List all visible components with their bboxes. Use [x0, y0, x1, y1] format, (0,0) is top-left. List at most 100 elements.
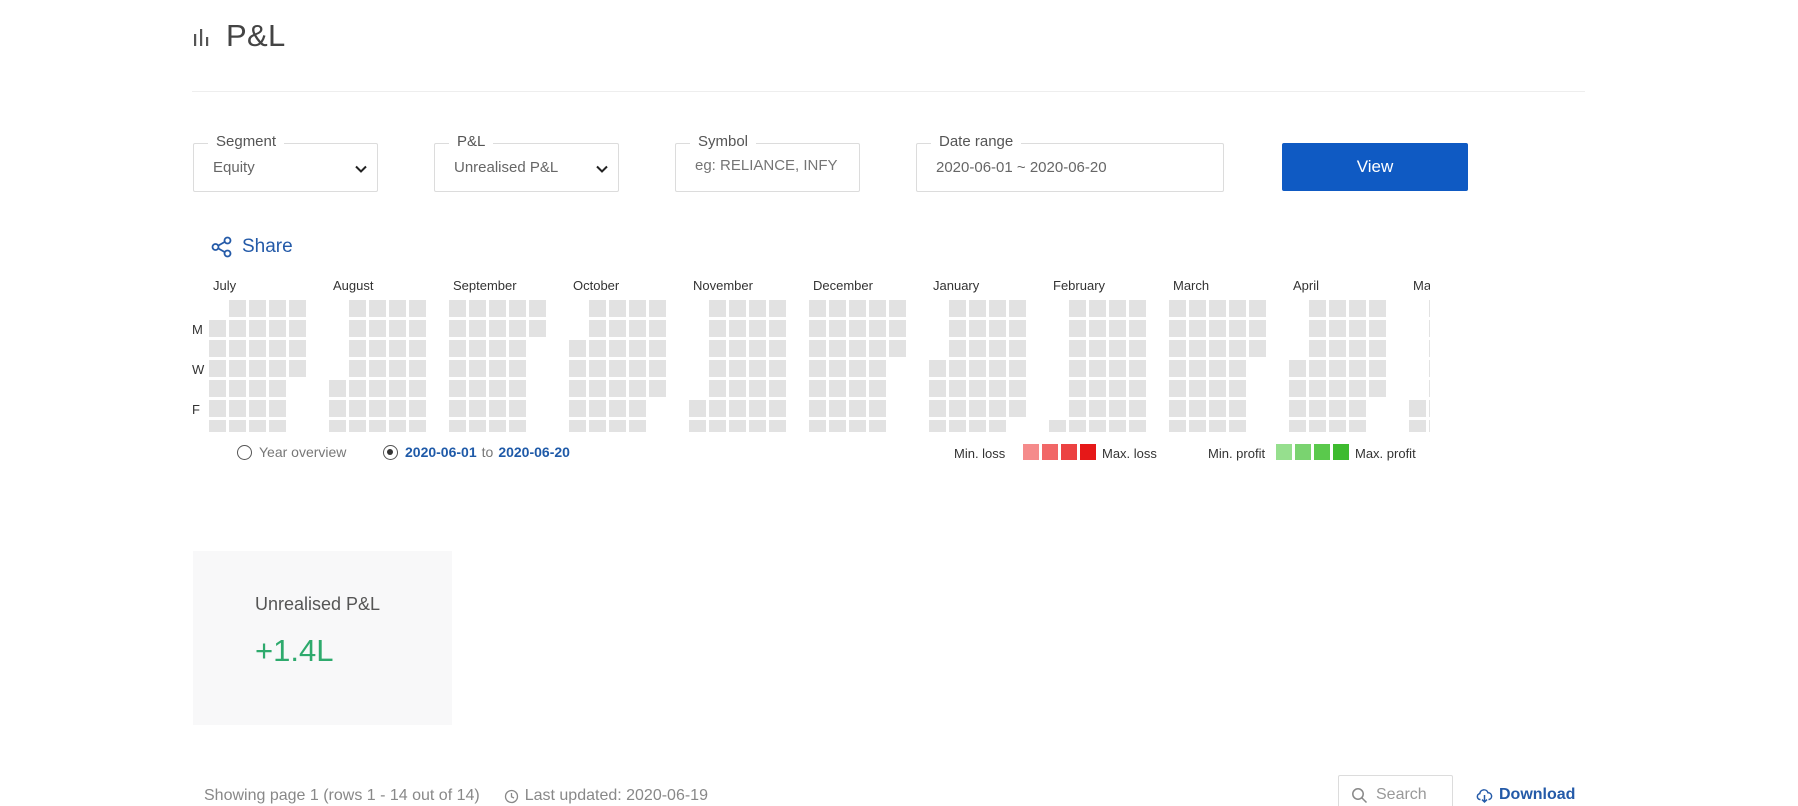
heatmap-day-cell[interactable] [709, 400, 726, 417]
heatmap-day-cell[interactable] [989, 300, 1006, 317]
heatmap-day-cell[interactable] [1069, 380, 1086, 397]
heatmap-day-cell[interactable] [329, 400, 346, 417]
heatmap-day-cell[interactable] [869, 360, 886, 377]
heatmap-day-cell[interactable] [589, 380, 606, 397]
heatmap-day-cell[interactable] [389, 380, 406, 397]
heatmap-day-cell[interactable] [949, 340, 966, 357]
heatmap-day-cell[interactable] [1289, 420, 1306, 432]
heatmap-day-cell[interactable] [509, 300, 526, 317]
heatmap-day-cell[interactable] [1329, 360, 1346, 377]
heatmap-day-cell[interactable] [1349, 360, 1366, 377]
heatmap-day-cell[interactable] [1009, 320, 1026, 337]
heatmap-day-cell[interactable] [1209, 320, 1226, 337]
heatmap-day-cell[interactable] [609, 400, 626, 417]
heatmap-day-cell[interactable] [349, 340, 366, 357]
heatmap-day-cell[interactable] [449, 380, 466, 397]
heatmap-day-cell[interactable] [1189, 360, 1206, 377]
heatmap-day-cell[interactable] [1069, 400, 1086, 417]
heatmap-day-cell[interactable] [809, 400, 826, 417]
heatmap-day-cell[interactable] [1129, 400, 1146, 417]
heatmap-day-cell[interactable] [569, 360, 586, 377]
heatmap-day-cell[interactable] [1089, 400, 1106, 417]
heatmap-day-cell[interactable] [749, 360, 766, 377]
heatmap-day-cell[interactable] [1369, 300, 1386, 317]
heatmap-day-cell[interactable] [1189, 300, 1206, 317]
heatmap-day-cell[interactable] [1429, 320, 1430, 337]
heatmap-day-cell[interactable] [509, 400, 526, 417]
heatmap-day-cell[interactable] [1329, 380, 1346, 397]
heatmap-day-cell[interactable] [829, 420, 846, 432]
heatmap-day-cell[interactable] [469, 300, 486, 317]
heatmap-day-cell[interactable] [709, 300, 726, 317]
heatmap-day-cell[interactable] [889, 320, 906, 337]
heatmap-day-cell[interactable] [1109, 320, 1126, 337]
heatmap-day-cell[interactable] [1069, 420, 1086, 432]
heatmap-day-cell[interactable] [449, 320, 466, 337]
heatmap-day-cell[interactable] [609, 340, 626, 357]
heatmap-day-cell[interactable] [1409, 400, 1426, 417]
heatmap-day-cell[interactable] [989, 400, 1006, 417]
heatmap-day-cell[interactable] [989, 340, 1006, 357]
heatmap-day-cell[interactable] [969, 360, 986, 377]
heatmap-day-cell[interactable] [1189, 320, 1206, 337]
heatmap-day-cell[interactable] [989, 420, 1006, 432]
heatmap-day-cell[interactable] [609, 420, 626, 432]
heatmap-day-cell[interactable] [749, 320, 766, 337]
heatmap-day-cell[interactable] [389, 300, 406, 317]
heatmap-day-cell[interactable] [869, 420, 886, 432]
heatmap-day-cell[interactable] [349, 380, 366, 397]
heatmap-day-cell[interactable] [969, 400, 986, 417]
heatmap-day-cell[interactable] [1129, 320, 1146, 337]
search-box[interactable] [1338, 775, 1453, 806]
heatmap-day-cell[interactable] [349, 300, 366, 317]
heatmap-day-cell[interactable] [1109, 420, 1126, 432]
heatmap-day-cell[interactable] [1369, 360, 1386, 377]
heatmap-day-cell[interactable] [1349, 300, 1366, 317]
heatmap-day-cell[interactable] [509, 380, 526, 397]
heatmap-day-cell[interactable] [949, 420, 966, 432]
heatmap-day-cell[interactable] [1349, 400, 1366, 417]
heatmap-day-cell[interactable] [1069, 340, 1086, 357]
heatmap-day-cell[interactable] [929, 360, 946, 377]
heatmap-day-cell[interactable] [409, 300, 426, 317]
heatmap-day-cell[interactable] [1289, 400, 1306, 417]
heatmap-day-cell[interactable] [329, 420, 346, 432]
heatmap-day-cell[interactable] [509, 320, 526, 337]
heatmap-day-cell[interactable] [389, 400, 406, 417]
heatmap-day-cell[interactable] [849, 340, 866, 357]
heatmap-day-cell[interactable] [229, 360, 246, 377]
heatmap-day-cell[interactable] [809, 320, 826, 337]
heatmap-day-cell[interactable] [1429, 420, 1430, 432]
heatmap-day-cell[interactable] [449, 340, 466, 357]
heatmap-day-cell[interactable] [989, 320, 1006, 337]
heatmap-day-cell[interactable] [1049, 420, 1066, 432]
heatmap-day-cell[interactable] [1229, 400, 1246, 417]
heatmap-day-cell[interactable] [1309, 380, 1326, 397]
heatmap-day-cell[interactable] [1429, 360, 1430, 377]
heatmap-day-cell[interactable] [1129, 420, 1146, 432]
heatmap-day-cell[interactable] [849, 420, 866, 432]
heatmap-day-cell[interactable] [509, 340, 526, 357]
heatmap-day-cell[interactable] [809, 360, 826, 377]
heatmap-day-cell[interactable] [749, 340, 766, 357]
heatmap-day-cell[interactable] [1289, 380, 1306, 397]
heatmap-day-cell[interactable] [729, 300, 746, 317]
heatmap-day-cell[interactable] [1209, 300, 1226, 317]
heatmap-day-cell[interactable] [649, 380, 666, 397]
heatmap-day-cell[interactable] [1089, 360, 1106, 377]
heatmap-day-cell[interactable] [629, 340, 646, 357]
heatmap-day-cell[interactable] [489, 300, 506, 317]
heatmap-day-cell[interactable] [1229, 300, 1246, 317]
heatmap-day-cell[interactable] [609, 380, 626, 397]
heatmap-day-cell[interactable] [229, 300, 246, 317]
heatmap-day-cell[interactable] [769, 340, 786, 357]
heatmap-day-cell[interactable] [1009, 400, 1026, 417]
view-button[interactable]: View [1282, 143, 1468, 191]
heatmap-day-cell[interactable] [929, 420, 946, 432]
heatmap-day-cell[interactable] [989, 360, 1006, 377]
download-button[interactable]: Download [1476, 786, 1575, 804]
heatmap-day-cell[interactable] [769, 300, 786, 317]
heatmap-day-cell[interactable] [889, 300, 906, 317]
heatmap-day-cell[interactable] [229, 420, 246, 432]
heatmap-day-cell[interactable] [1229, 360, 1246, 377]
